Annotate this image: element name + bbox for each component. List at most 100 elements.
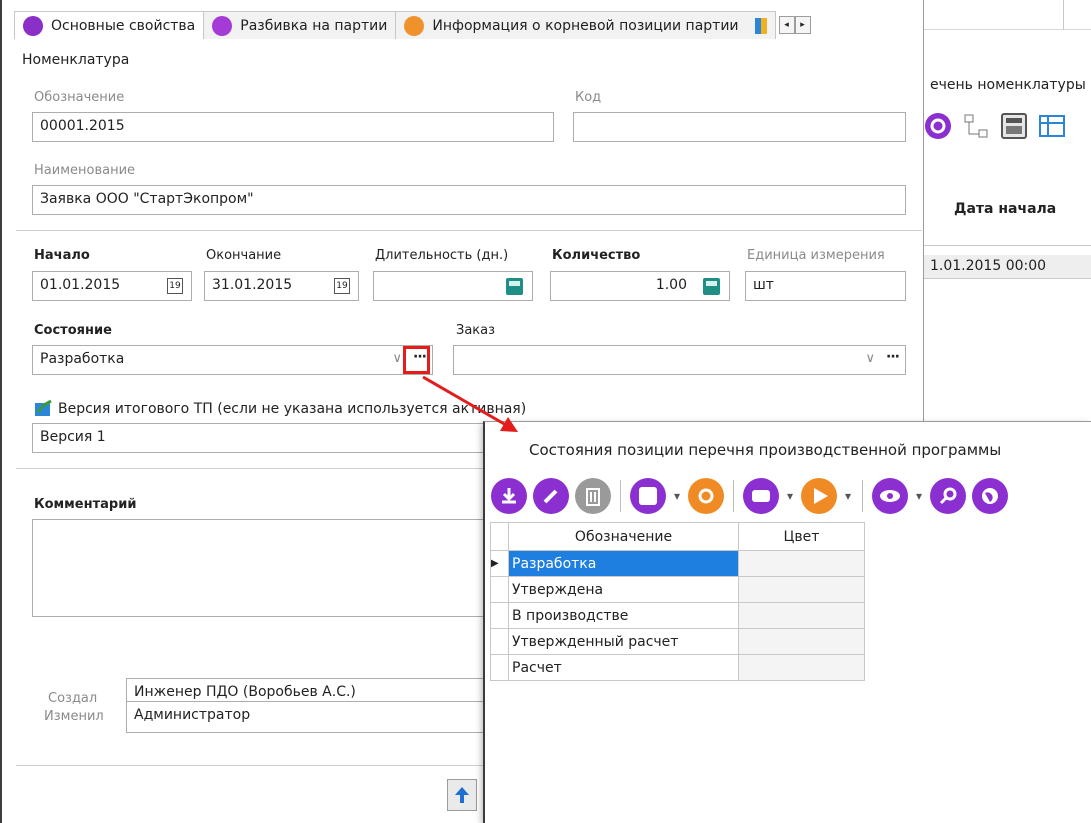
arrow-up-icon — [455, 787, 469, 803]
unit-value: шт — [753, 277, 774, 293]
tab-prev-button[interactable]: ◂ — [778, 16, 795, 34]
background-window-caption: ечень номенклатуры — [930, 77, 1086, 93]
tab-batch-split[interactable]: Разбивка на партии — [203, 11, 397, 39]
state-name-cell[interactable]: Разработка — [508, 550, 739, 577]
tab-root-info[interactable]: Информация о корневой позиции партии — [395, 11, 776, 39]
start-date-value: 01.01.2015 — [40, 277, 121, 293]
table-row[interactable]: ▶ Разработка — [490, 550, 865, 577]
chevron-down-icon[interactable]: ∨ — [392, 351, 402, 366]
indicator-column-header — [490, 522, 509, 551]
play-icon[interactable] — [801, 478, 837, 514]
duration-field[interactable] — [373, 271, 533, 301]
quantity-field[interactable]: 1.00 — [550, 271, 730, 301]
state-color-cell[interactable] — [738, 576, 865, 603]
edit-icon[interactable] — [533, 478, 569, 514]
toolbar-separator — [733, 480, 734, 512]
tab-label: Информация о корневой позиции партии — [432, 17, 739, 34]
calculator-icon[interactable] — [1000, 112, 1028, 140]
background-grid-header[interactable]: Дата начала — [924, 176, 1091, 246]
document-icon[interactable] — [630, 478, 666, 514]
column-header-designation[interactable]: Обозначение — [508, 522, 739, 551]
state-name-cell[interactable]: Утверждена — [508, 576, 739, 603]
end-date-field[interactable]: 31.01.2015 19 — [204, 271, 359, 301]
name-field[interactable]: Заявка ООО "СтартЭкопром" — [32, 185, 906, 215]
end-label: Окончание — [206, 248, 282, 263]
calculator-icon[interactable] — [506, 278, 523, 295]
modified-by-label: Изменил — [44, 709, 104, 724]
created-by-label: Создал — [48, 691, 98, 706]
chevron-down-icon[interactable]: ∨ — [865, 351, 875, 366]
created-by-value: Инженер ПДО (Воробьев А.С.) — [134, 684, 356, 700]
more-tabs-icon — [754, 17, 767, 34]
duration-label: Длительность (дн.) — [375, 248, 509, 263]
table-row[interactable]: В производстве — [490, 602, 865, 629]
order-combobox[interactable]: ∨ ··· — [453, 345, 906, 375]
state-name-cell[interactable]: Утвержденный расчет — [508, 628, 739, 655]
background-window-titlebar — [924, 0, 1091, 30]
delete-icon[interactable] — [575, 478, 611, 514]
designation-field[interactable]: 00001.2015 — [32, 112, 554, 142]
modified-by-value: Администратор — [134, 707, 251, 723]
toolbar-separator — [620, 480, 621, 512]
state-color-cell[interactable] — [738, 602, 865, 629]
table-row[interactable]: Утверждена — [490, 576, 865, 603]
tab-main-properties[interactable]: Основные свойства — [14, 11, 205, 39]
quantity-value: 1.00 — [655, 277, 687, 293]
unit-label: Единица измерения — [747, 248, 885, 263]
code-label: Код — [575, 90, 602, 105]
print-icon[interactable] — [743, 478, 779, 514]
dialog-title: Состояния позиции перечня производственн… — [529, 441, 1002, 459]
globe-icon[interactable] — [972, 478, 1008, 514]
state-color-cell[interactable] — [738, 628, 865, 655]
calculator-icon[interactable] — [703, 278, 720, 295]
tab-label: Основные свойства — [51, 17, 196, 34]
download-icon[interactable] — [491, 478, 527, 514]
row-indicator-cell — [490, 576, 509, 603]
code-field[interactable] — [573, 112, 906, 142]
table-icon[interactable] — [1038, 112, 1066, 140]
state-color-cell[interactable] — [738, 550, 865, 577]
search-icon[interactable] — [930, 478, 966, 514]
batch-split-icon — [212, 15, 233, 36]
chevron-down-icon[interactable]: ▾ — [914, 489, 924, 503]
calendar-icon[interactable]: 19 — [334, 278, 350, 294]
order-select-button[interactable]: ··· — [886, 349, 900, 365]
root-info-icon — [404, 15, 425, 36]
tab-label: Разбивка на партии — [240, 17, 388, 34]
column-header-color[interactable]: Цвет — [738, 522, 865, 551]
divider — [16, 230, 922, 231]
refresh-icon[interactable] — [924, 112, 952, 140]
chevron-down-icon[interactable]: ▾ — [672, 489, 682, 503]
dialog-toolbar: ▾ ▾ ▾ ▾ — [491, 474, 1091, 518]
state-combobox[interactable]: Разработка ∨ ··· — [32, 345, 433, 375]
chevron-down-icon[interactable]: ▾ — [785, 489, 795, 503]
scroll-up-button[interactable] — [447, 779, 477, 811]
tab-next-button[interactable]: ▸ — [794, 16, 811, 34]
end-date-value: 31.01.2015 — [212, 277, 293, 293]
order-label: Заказ — [456, 323, 496, 338]
quantity-label: Количество — [552, 248, 641, 263]
chevron-down-icon[interactable]: ▾ — [843, 489, 853, 503]
view-icon[interactable] — [872, 478, 908, 514]
properties-icon — [23, 15, 43, 36]
table-row[interactable]: Расчет — [490, 654, 865, 681]
start-date-field[interactable]: 01.01.2015 19 — [32, 271, 192, 301]
state-value: Разработка — [40, 351, 125, 367]
start-label: Начало — [34, 248, 90, 263]
table-row[interactable]: Утвержденный расчет — [490, 628, 865, 655]
calendar-icon[interactable]: 19 — [167, 278, 183, 294]
designation-label: Обозначение — [34, 90, 125, 105]
unit-field[interactable]: шт — [745, 271, 906, 301]
version-icon — [35, 400, 52, 416]
background-grid-column-start-date: Дата начала — [954, 201, 1057, 217]
background-window-divider — [1063, 0, 1064, 30]
section-title: Номенклатура — [22, 52, 130, 68]
designation-value: 00001.2015 — [40, 118, 125, 134]
link-icon[interactable] — [962, 112, 990, 140]
state-color-cell[interactable] — [738, 654, 865, 681]
state-name-cell[interactable]: В производстве — [508, 602, 739, 629]
sync-icon[interactable] — [688, 478, 724, 514]
state-name-cell[interactable]: Расчет — [508, 654, 739, 681]
comment-label: Комментарий — [34, 497, 137, 512]
background-grid-row[interactable]: 1.01.2015 00:00 — [924, 255, 1091, 279]
